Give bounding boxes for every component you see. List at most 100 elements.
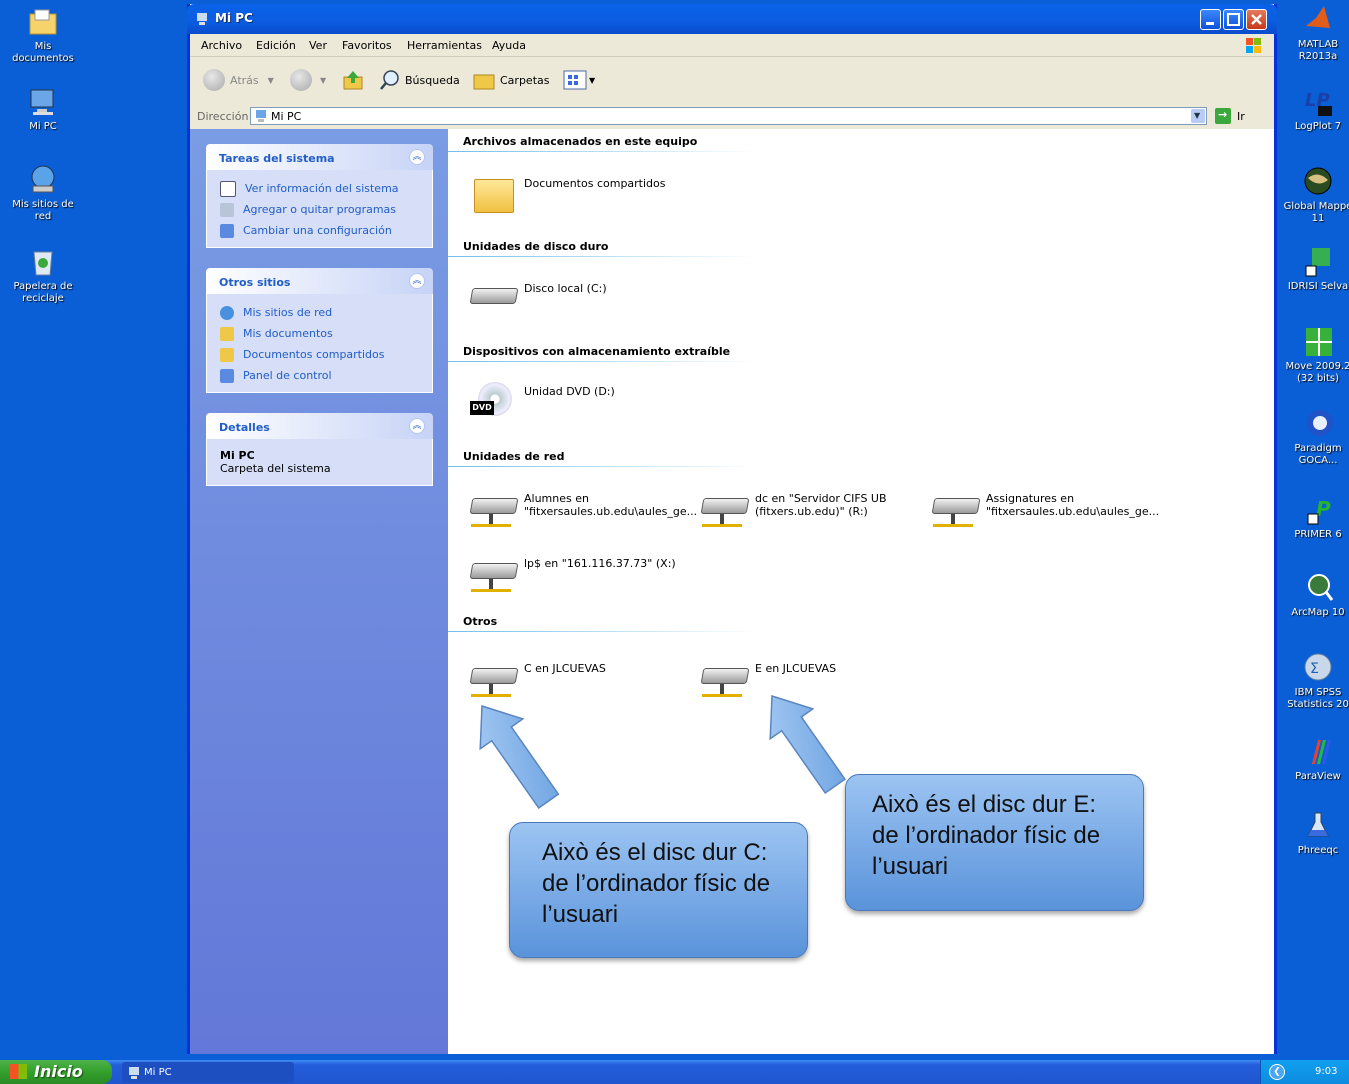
system-info-icon bbox=[220, 180, 236, 197]
place-label: Mis sitios de red bbox=[243, 306, 333, 319]
task-view-system-info[interactable]: Ver información del sistema bbox=[220, 178, 432, 199]
taskbar-button-mi-pc[interactable]: Mi PC bbox=[122, 1062, 294, 1083]
desktop-label: LogPlot 7 bbox=[1294, 121, 1342, 132]
collapse-chevron-icon[interactable]: ︽ bbox=[409, 418, 425, 434]
group-header-network-drives: Unidades de red bbox=[448, 450, 1023, 467]
desktop-icon-spss[interactable]: Σ IBM SPSS Statistics 20 bbox=[1279, 652, 1349, 711]
maximize-button[interactable] bbox=[1223, 9, 1244, 30]
arrow-right-icon: → bbox=[1218, 108, 1228, 121]
desktop-icon-arcmap[interactable]: ArcMap 10 bbox=[1279, 572, 1349, 619]
menu-favoritos[interactable]: Favoritos bbox=[342, 39, 392, 52]
task-label: Ver información del sistema bbox=[245, 182, 399, 195]
desktop-icon-move[interactable]: Move 2009.2 (32 bits) bbox=[1279, 326, 1349, 385]
network-drive-icon bbox=[930, 486, 981, 530]
item-local-disk-c[interactable]: Disco local (C:) bbox=[468, 276, 607, 320]
menu-ayuda[interactable]: Ayuda bbox=[492, 39, 526, 52]
address-input[interactable]: Mi PC ▼ bbox=[250, 107, 1207, 125]
desktop-icon-paraview[interactable]: ParaView bbox=[1279, 736, 1349, 783]
shared-folder-icon bbox=[220, 347, 234, 362]
up-folder-button[interactable] bbox=[342, 67, 364, 93]
place-control-panel[interactable]: Panel de control bbox=[220, 365, 432, 386]
desktop-icon-logplot[interactable]: LP LogPlot 7 bbox=[1279, 86, 1349, 133]
folders-button[interactable]: Carpetas bbox=[472, 67, 549, 93]
desktop-icon-global-mapper[interactable]: Global Mappe 11 bbox=[1279, 166, 1349, 225]
item-e-en-jlcuevas[interactable]: E en JLCUEVAS bbox=[699, 656, 836, 700]
desktop-icon-phreeqc[interactable]: Phreeqc bbox=[1279, 810, 1349, 857]
panel-other-places: Otros sitios ︽ Mis sitios de red Mis doc… bbox=[206, 268, 433, 393]
desktop-icon-my-documents[interactable]: Mis documentos bbox=[3, 6, 83, 65]
control-panel-icon bbox=[220, 223, 234, 238]
chevron-down-icon: ▼ bbox=[320, 75, 327, 85]
global-mapper-icon bbox=[1304, 167, 1332, 195]
back-button[interactable]: Atrás ▼ bbox=[203, 67, 274, 93]
panel-body: Mi PC Carpeta del sistema bbox=[206, 439, 433, 486]
desktop-label: Papelera de reciclaje bbox=[13, 281, 73, 304]
primer-icon: P bbox=[1307, 497, 1331, 525]
views-button[interactable]: ▼ bbox=[563, 67, 595, 93]
go-button[interactable]: → bbox=[1215, 108, 1231, 124]
tray-expand-button[interactable]: ❮ bbox=[1269, 1064, 1285, 1080]
place-network-places[interactable]: Mis sitios de red bbox=[220, 302, 432, 323]
phreeqc-icon bbox=[1307, 812, 1329, 837]
callout-c-drive: Això és el disc dur C: de l’ordinador fí… bbox=[509, 822, 808, 958]
task-label: Agregar o quitar programas bbox=[243, 203, 397, 216]
task-add-remove-programs[interactable]: Agregar o quitar programas bbox=[220, 199, 432, 220]
item-network-lp-x[interactable]: lp$ en "161.116.37.73" (X:) bbox=[468, 551, 676, 595]
item-dvd-d[interactable]: DVD Unidad DVD (D:) bbox=[468, 379, 615, 423]
dvd-tag: DVD bbox=[470, 401, 494, 415]
panel-header[interactable]: Otros sitios ︽ bbox=[206, 268, 433, 294]
item-label: lp$ en "161.116.37.73" (X:) bbox=[524, 557, 676, 570]
item-label: dc en "Servidor CIFS UB (fitxers.ub.edu)… bbox=[755, 492, 887, 518]
desktop-icon-my-computer[interactable]: Mi PC bbox=[3, 86, 83, 133]
desktop-icon-paradigm[interactable]: Paradigm GOCA... bbox=[1279, 408, 1349, 467]
paraview-icon bbox=[1312, 740, 1331, 764]
minimize-button[interactable] bbox=[1200, 9, 1221, 30]
task-label: Cambiar una configuración bbox=[243, 224, 392, 237]
forward-button[interactable]: ▼ bbox=[290, 67, 326, 93]
panel-title: Otros sitios bbox=[219, 276, 291, 289]
search-button[interactable]: Búsqueda bbox=[379, 67, 460, 93]
start-button[interactable]: Inicio bbox=[0, 1060, 112, 1084]
taskbar: Inicio Mi PC ES ❮ 9:03 bbox=[0, 1060, 1349, 1084]
network-drive-icon bbox=[468, 486, 519, 530]
panel-header[interactable]: Detalles ︽ bbox=[206, 413, 433, 439]
item-label: C en JLCUEVAS bbox=[524, 662, 606, 675]
idrisi-icon bbox=[1305, 248, 1330, 277]
close-button[interactable] bbox=[1246, 9, 1267, 30]
item-network-dc-r[interactable]: dc en "Servidor CIFS UB (fitxers.ub.edu)… bbox=[699, 486, 887, 530]
arcmap-icon bbox=[1308, 574, 1334, 601]
menu-herramientas[interactable]: Herramientas bbox=[407, 39, 482, 52]
desktop-icon-network-places[interactable]: Mis sitios de red bbox=[3, 164, 83, 223]
menu-edicion[interactable]: Edición bbox=[256, 39, 296, 52]
menu-archivo[interactable]: Archivo bbox=[201, 39, 242, 52]
control-panel-icon bbox=[220, 368, 234, 383]
collapse-chevron-icon[interactable]: ︽ bbox=[409, 273, 425, 289]
start-label: Inicio bbox=[34, 1062, 83, 1081]
item-shared-documents[interactable]: Documentos compartidos bbox=[468, 171, 666, 215]
desktop-icon-matlab[interactable]: MATLAB R2013a bbox=[1279, 4, 1349, 63]
go-label[interactable]: Ir bbox=[1237, 110, 1245, 123]
desktop-icon-primer[interactable]: P PRIMER 6 bbox=[1279, 494, 1349, 541]
title-bar[interactable]: Mi PC bbox=[187, 4, 1277, 34]
address-dropdown-button[interactable]: ▼ bbox=[1191, 109, 1205, 123]
dvd-drive-icon: DVD bbox=[468, 379, 518, 423]
place-my-documents[interactable]: Mis documentos bbox=[220, 323, 432, 344]
desktop-icon-idrisi[interactable]: IDRISI Selva bbox=[1279, 246, 1349, 293]
desktop-icon-recycle-bin[interactable]: Papelera de reciclaje bbox=[3, 246, 83, 305]
my-documents-icon bbox=[29, 9, 57, 35]
desktop-label: MATLAB R2013a bbox=[1297, 39, 1339, 62]
panel-header[interactable]: Tareas del sistema ︽ bbox=[206, 144, 433, 170]
item-network-assignatures[interactable]: Assignatures en "fitxersaules.ub.edu\aul… bbox=[930, 486, 1159, 530]
taskbar-button-label: Mi PC bbox=[144, 1067, 172, 1078]
detail-name: Mi PC bbox=[220, 449, 255, 462]
item-network-alumnes[interactable]: Alumnes en "fitxersaules.ub.edu\aules_ge… bbox=[468, 486, 697, 530]
task-change-setting[interactable]: Cambiar una configuración bbox=[220, 220, 432, 241]
computer-icon bbox=[30, 89, 54, 115]
panel-title: Tareas del sistema bbox=[219, 152, 335, 165]
item-c-en-jlcuevas[interactable]: C en JLCUEVAS bbox=[468, 656, 606, 700]
network-drive-icon bbox=[699, 486, 750, 530]
place-shared-documents[interactable]: Documentos compartidos bbox=[220, 344, 432, 365]
desktop-label: Phreeqc bbox=[1297, 845, 1339, 856]
menu-ver[interactable]: Ver bbox=[309, 39, 327, 52]
collapse-chevron-icon[interactable]: ︽ bbox=[409, 149, 425, 165]
